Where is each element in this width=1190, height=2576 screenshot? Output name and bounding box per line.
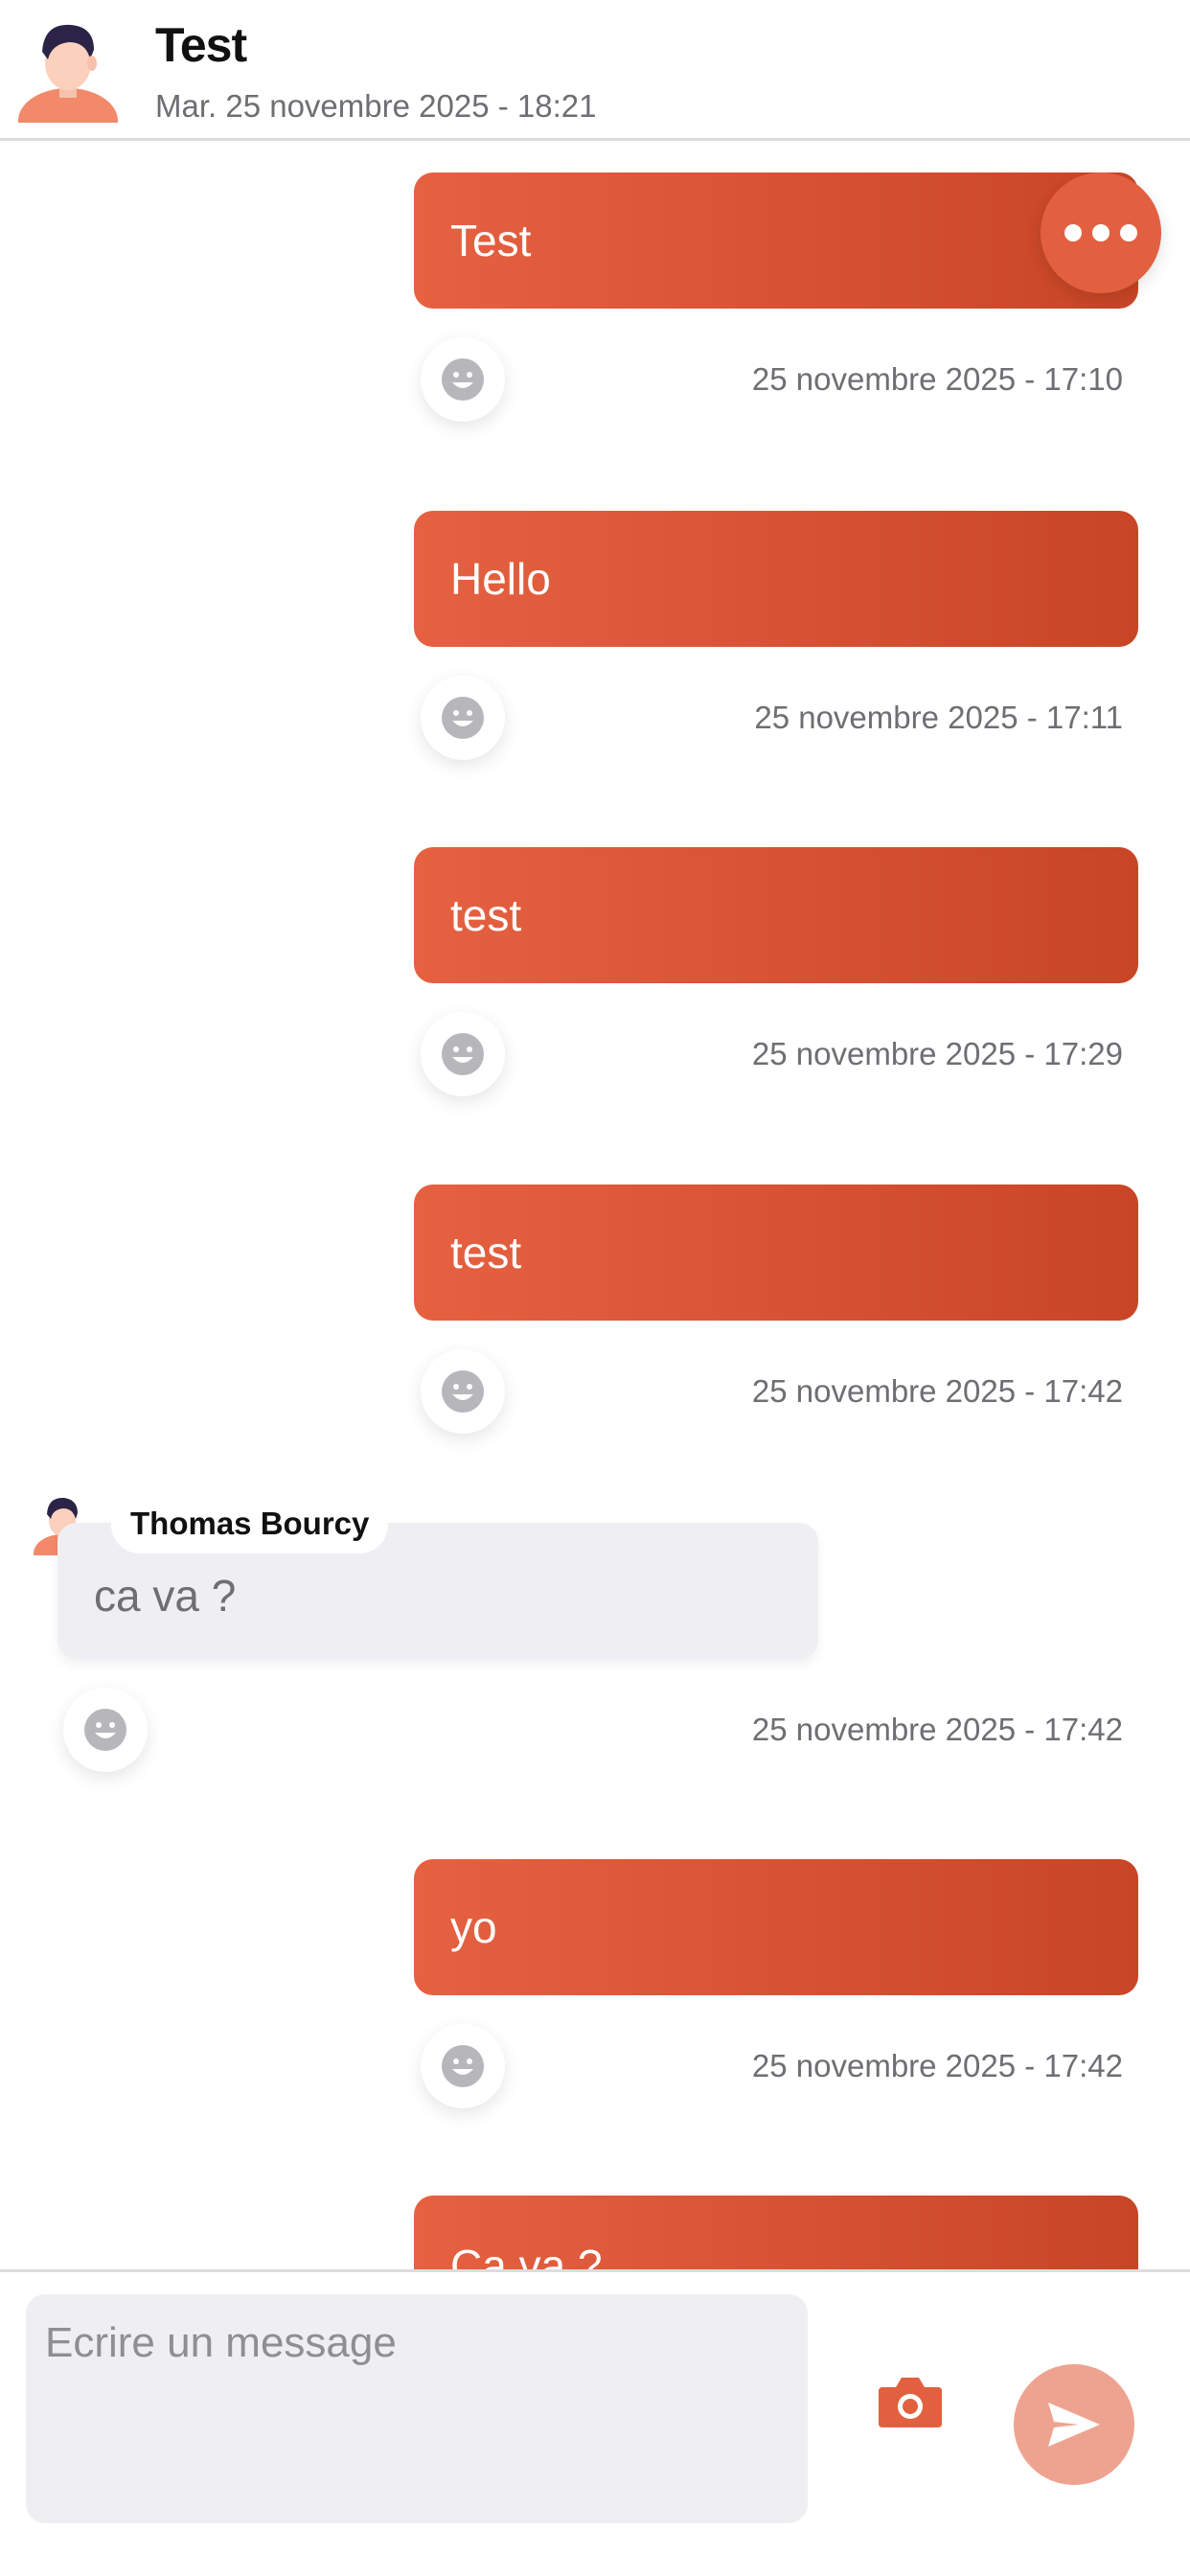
smiley-icon <box>442 697 484 739</box>
message-text: yo <box>450 1902 497 1952</box>
chat-header: Test Mar. 25 novembre 2025 - 18:21 <box>0 0 1190 141</box>
sender-name: Thomas Bourcy <box>111 1494 389 1553</box>
message-text: ca va ? <box>94 1571 237 1621</box>
smiley-icon <box>84 1709 126 1751</box>
message-timestamp: 25 novembre 2025 - 17:10 <box>751 361 1123 397</box>
message-bubble[interactable]: test <box>414 1184 1138 1321</box>
user-avatar-icon[interactable] <box>13 13 123 123</box>
message-bubble[interactable]: Ca va ? <box>414 2196 1138 2269</box>
message-bubble[interactable]: test <box>414 847 1138 983</box>
page-title: Test <box>155 18 247 72</box>
message-input[interactable]: Ecrire un message <box>26 2294 808 2523</box>
send-icon <box>1048 2403 1100 2447</box>
message-text: test <box>450 1228 522 1277</box>
smiley-icon <box>442 358 484 401</box>
message-text: Ca va ? <box>450 2241 603 2269</box>
conversation-date: Mar. 25 novembre 2025 - 18:21 <box>155 88 597 124</box>
reaction-button[interactable] <box>421 2024 505 2108</box>
reaction-button[interactable] <box>421 337 505 422</box>
more-options-button[interactable] <box>1041 172 1161 293</box>
message-bubble[interactable]: Hello <box>414 511 1138 647</box>
message-timestamp: 25 novembre 2025 - 17:42 <box>751 1712 1123 1747</box>
reaction-button[interactable] <box>63 1688 148 1772</box>
message-bubble[interactable]: yo <box>414 1859 1138 1995</box>
message-timestamp: 25 novembre 2025 - 17:29 <box>751 1036 1123 1071</box>
message-composer: Ecrire un message <box>0 2269 1190 2576</box>
more-dots-icon <box>1064 224 1082 242</box>
message-timestamp: 25 novembre 2025 - 17:11 <box>754 700 1123 735</box>
more-dots-icon <box>1092 224 1110 242</box>
reaction-button[interactable] <box>421 676 505 760</box>
message-timestamp: 25 novembre 2025 - 17:42 <box>751 1373 1123 1409</box>
smiley-icon <box>442 2045 484 2087</box>
message-text: Test <box>450 216 532 265</box>
more-dots-icon <box>1120 224 1137 242</box>
message-bubble[interactable]: Test <box>414 172 1138 309</box>
send-button[interactable] <box>1014 2364 1134 2485</box>
smiley-icon <box>442 1370 484 1413</box>
camera-icon[interactable] <box>877 2376 944 2429</box>
message-timestamp: 25 novembre 2025 - 17:42 <box>751 2048 1123 2083</box>
reaction-button[interactable] <box>421 1012 505 1096</box>
reaction-button[interactable] <box>421 1349 505 1434</box>
message-text: test <box>450 890 522 940</box>
smiley-icon <box>442 1033 484 1075</box>
message-text: Hello <box>450 554 551 604</box>
message-list[interactable]: Test 25 novembre 2025 - 17:10 Hello 25 n… <box>0 141 1190 2269</box>
